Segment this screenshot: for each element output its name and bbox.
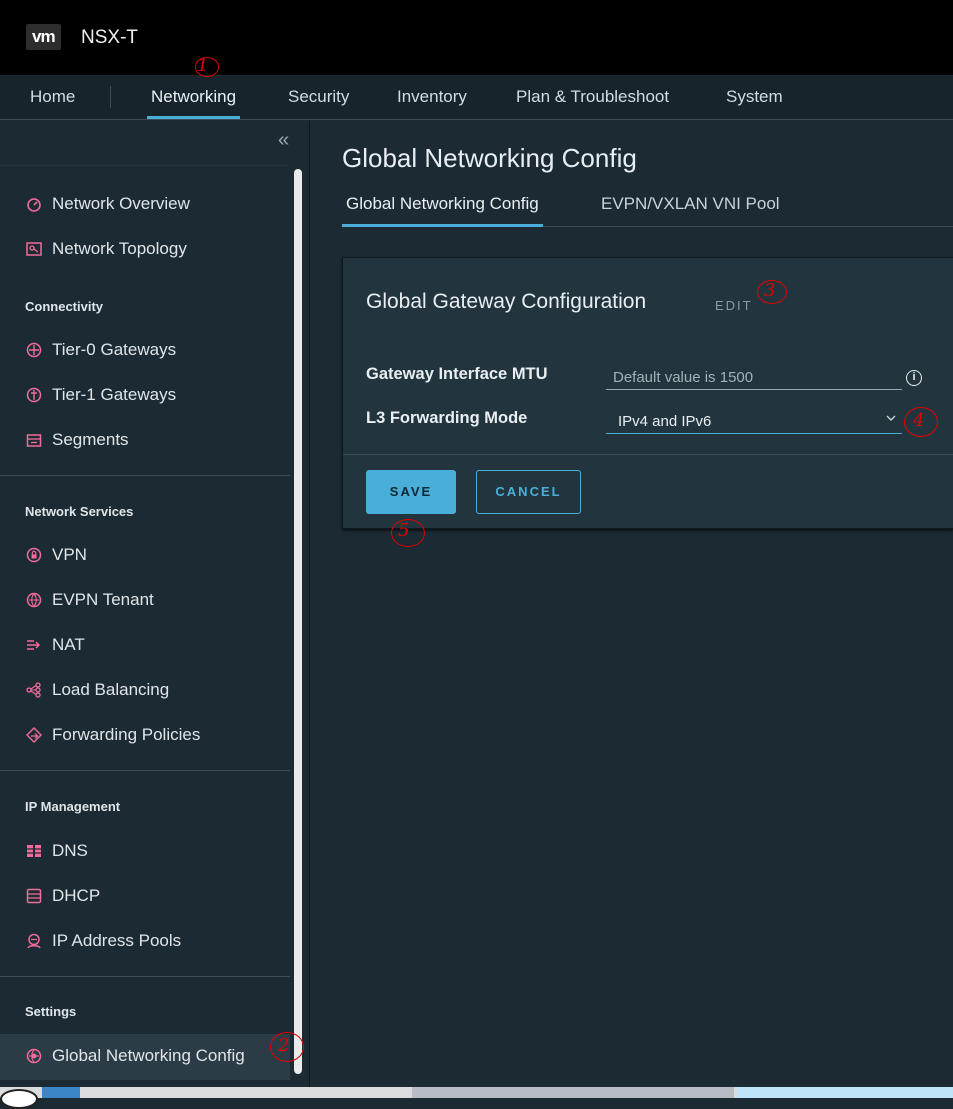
evpn-icon — [25, 591, 43, 609]
nat-icon — [25, 636, 43, 654]
annotation-2-circle — [270, 1032, 304, 1062]
sidebar-item-label: IP Address Pools — [52, 931, 182, 950]
sidebar-item-evpn-tenant[interactable]: EVPN Tenant — [25, 588, 154, 612]
tier1-gateway-icon — [25, 386, 43, 404]
taskbar-window-button[interactable] — [412, 1087, 734, 1098]
sidebar-item-label: EVPN Tenant — [52, 590, 154, 609]
tier0-gateway-icon — [25, 341, 43, 359]
tab-evpn-vxlan-vni-pool[interactable]: EVPN/VXLAN VNI Pool — [601, 183, 780, 226]
sidebar-item-load-balancing[interactable]: Load Balancing — [25, 678, 169, 702]
sidebar-item-label: Segments — [52, 430, 129, 449]
card-divider — [343, 454, 953, 455]
sidebar-item-label: Load Balancing — [52, 680, 170, 699]
sidebar-item-label: Tier-0 Gateways — [52, 340, 177, 359]
sidebar-item-ip-address-pools[interactable]: IP Address Pools — [25, 929, 181, 953]
forwarding-mode-select[interactable]: IPv4 and IPv6 — [606, 407, 902, 434]
sidebar-item-label: NAT — [52, 635, 85, 654]
nav-networking[interactable]: Networking — [146, 75, 241, 119]
segments-icon — [25, 431, 43, 449]
annotation-4-circle — [904, 407, 938, 437]
sidebar-item-vpn[interactable]: VPN — [25, 543, 87, 567]
sidebar-item-label: DNS — [52, 841, 88, 860]
sidebar-item-nat[interactable]: NAT — [25, 633, 85, 657]
section-ip-management: IP Management — [25, 799, 121, 814]
top-header: vm NSX-T — [0, 0, 953, 75]
nav-plan-troubleshoot[interactable]: Plan & Troubleshoot — [516, 75, 669, 119]
sidebar-item-network-topology[interactable]: Network Topology — [25, 237, 187, 261]
sidebar: « Network Overview Network Topology Conn… — [0, 121, 310, 1087]
sidebar-item-network-overview[interactable]: Network Overview — [25, 192, 190, 216]
dns-icon — [25, 842, 43, 860]
section-connectivity: Connectivity — [25, 299, 104, 314]
vmware-logo: vm — [26, 24, 61, 50]
app-name: NSX-T — [81, 27, 138, 48]
ip-pool-icon — [25, 932, 43, 950]
vpn-lock-icon — [25, 546, 43, 564]
mtu-input[interactable]: Default value is 1500 — [606, 363, 902, 390]
sidebar-item-label: Network Overview — [52, 194, 190, 213]
sidebar-item-label: DHCP — [52, 886, 101, 905]
sidebar-item-tier0-gateways[interactable]: Tier-0 Gateways — [25, 338, 176, 362]
topology-icon — [25, 240, 43, 258]
start-button-icon[interactable] — [0, 1089, 38, 1109]
nav-inventory[interactable]: Inventory — [397, 75, 467, 119]
section-settings: Settings — [25, 1004, 77, 1019]
nav-system[interactable]: System — [726, 75, 783, 119]
sidebar-item-global-networking-config[interactable]: Global Networking Config — [25, 1044, 245, 1068]
sidebar-item-dns[interactable]: DNS — [25, 839, 88, 863]
global-gateway-config-card: Global Gateway Configuration EDIT Gatewa… — [342, 257, 953, 529]
card-title: Global Gateway Configuration — [366, 290, 647, 313]
main-content: Global Networking Config Global Networki… — [311, 121, 953, 1087]
sidebar-item-label: Global Networking Config — [52, 1046, 245, 1065]
taskbar-window-button[interactable] — [737, 1087, 953, 1098]
sidebar-item-segments[interactable]: Segments — [25, 428, 129, 452]
collapse-sidebar-icon[interactable]: « — [278, 129, 289, 152]
sidebar-item-forwarding-policies[interactable]: Forwarding Policies — [25, 723, 200, 747]
sidebar-item-label: Forwarding Policies — [52, 725, 201, 744]
sidebar-divider — [0, 770, 290, 771]
taskbar-app-icon[interactable] — [42, 1087, 80, 1098]
tab-global-networking-config[interactable]: Global Networking Config — [342, 183, 543, 227]
load-balancer-icon — [25, 681, 43, 699]
nav-separator — [110, 86, 111, 108]
sidebar-item-tier1-gateways[interactable]: Tier-1 Gateways — [25, 383, 176, 407]
tab-bar: Global Networking Config EVPN/VXLAN VNI … — [342, 183, 953, 227]
page-title: Global Networking Config — [342, 143, 637, 173]
gauge-icon — [25, 195, 43, 213]
sidebar-item-label: Tier-1 Gateways — [52, 385, 177, 404]
sidebar-item-label: VPN — [52, 545, 87, 564]
nav-home[interactable]: Home — [30, 75, 75, 119]
global-config-icon — [25, 1047, 43, 1065]
sidebar-divider — [0, 475, 290, 476]
forwarding-icon — [25, 726, 43, 744]
sidebar-divider — [0, 976, 290, 977]
forwarding-mode-value: IPv4 and IPv6 — [618, 413, 712, 430]
sidebar-item-label: Network Topology — [52, 239, 187, 258]
annotation-5-circle — [391, 519, 425, 547]
save-button[interactable]: SAVE — [366, 470, 456, 514]
cancel-button[interactable]: CANCEL — [476, 470, 581, 514]
nav-security[interactable]: Security — [288, 75, 349, 119]
main-nav: Home Networking Security Inventory Plan … — [0, 75, 953, 120]
sidebar-item-dhcp[interactable]: DHCP — [25, 884, 100, 908]
annotation-3-circle — [757, 280, 787, 304]
section-network-services: Network Services — [25, 504, 134, 519]
edit-link[interactable]: EDIT — [715, 298, 753, 313]
os-taskbar — [0, 1087, 953, 1109]
chevron-down-icon — [886, 411, 896, 426]
annotation-1-circle — [195, 57, 219, 77]
mtu-label: Gateway Interface MTU — [366, 365, 548, 383]
dhcp-icon — [25, 887, 43, 905]
forwarding-mode-label: L3 Forwarding Mode — [366, 409, 528, 427]
sidebar-scrollbar-thumb[interactable] — [294, 169, 302, 1074]
sidebar-divider — [0, 165, 290, 166]
info-icon[interactable]: i — [906, 370, 922, 386]
